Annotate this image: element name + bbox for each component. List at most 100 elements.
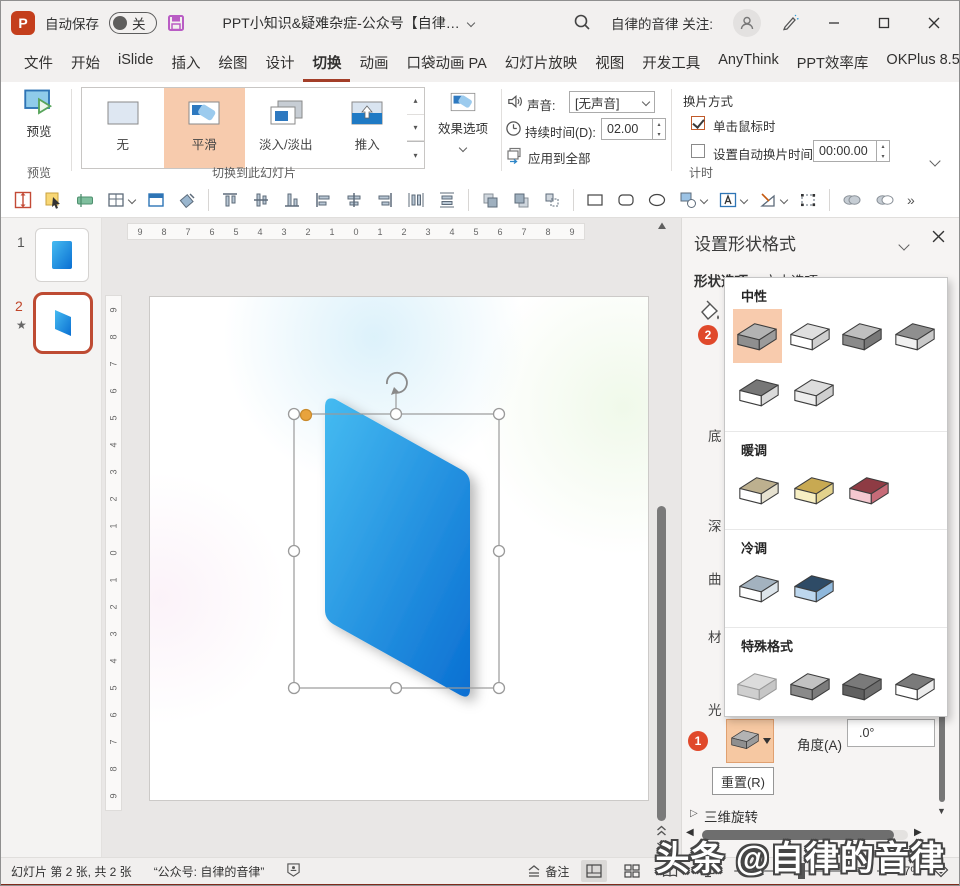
transition-push[interactable]: 推入 [327,88,409,168]
maximize-button[interactable] [869,8,899,38]
menu-tab[interactable]: 动画 [350,45,397,82]
adjust-handle[interactable] [299,408,313,422]
shape-outline-icon[interactable] [758,190,789,210]
menu-tab[interactable]: 开发工具 [633,45,709,82]
menu-tab[interactable]: iSlide [109,45,162,82]
scroll-up-icon[interactable] [655,221,669,233]
bevel-swatch[interactable] [891,659,940,713]
angle-input[interactable]: .0° [847,719,935,747]
menu-tab[interactable]: 绘图 [209,45,256,82]
rounded-rectangle-shape-icon[interactable] [616,190,636,210]
handle-top-left[interactable] [287,407,301,421]
rectangle-shape-icon[interactable] [585,190,605,210]
merge-combine-icon[interactable] [874,190,896,210]
bevel-swatch[interactable] [733,309,782,363]
transition-none[interactable]: 无 [82,88,164,168]
handle-bottom-right[interactable] [492,681,506,695]
menu-tab[interactable]: OKPlus 8.5 [877,45,959,82]
bevel-swatch[interactable] [891,309,940,363]
panel-close-icon[interactable] [932,230,945,248]
avatar[interactable] [733,9,761,37]
bevel-swatch[interactable] [733,561,784,615]
slide-1-thumbnail[interactable] [35,228,89,282]
top-bevel-button[interactable] [726,719,774,763]
rotation-3d-label[interactable]: 三维旋转 [704,806,758,826]
bevel-swatch[interactable] [788,463,839,517]
align-center-icon[interactable] [344,190,364,210]
edit-points-icon[interactable] [798,190,818,210]
send-backward-icon[interactable] [511,190,531,210]
gallery-scroll-down[interactable]: ▾ [407,115,424,142]
rotation-3d-expand-icon[interactable]: ▷ [690,808,698,819]
handle-top-center[interactable] [389,407,403,421]
row-height-icon[interactable] [13,190,33,210]
handle-middle-left[interactable] [287,544,301,558]
bring-forward-icon[interactable] [480,190,500,210]
table-frame-icon[interactable] [106,190,137,210]
bevel-swatch[interactable] [843,463,894,517]
bevel-swatch[interactable] [788,365,839,419]
duration-input[interactable]: 02.00 [601,118,653,140]
slide-sorter-view-button[interactable] [619,860,645,882]
reset-button[interactable]: 重置(R) [712,767,774,795]
search-icon[interactable] [573,13,591,34]
reuse-slides-icon[interactable] [146,190,166,210]
bevel-swatch[interactable] [838,659,887,713]
auto-advance-spinner[interactable]: ▴ ▾ [877,140,890,162]
menu-tab[interactable]: 视图 [586,45,633,82]
format-painter-icon[interactable] [177,190,197,210]
panel-collapse-icon[interactable] [898,236,910,254]
document-title[interactable]: PPT小知识&疑难杂症-公众号【自律… [223,13,475,33]
apply-all-button[interactable]: 应用到全部 [528,148,591,167]
autosave-toggle[interactable]: 关 [109,12,157,34]
align-top-icon[interactable] [220,190,240,210]
align-left-icon[interactable] [313,190,333,210]
account-label[interactable]: 自律的音律 关注: [611,13,713,33]
smart-align-icon[interactable] [75,190,95,210]
menu-tab[interactable]: 设计 [256,45,303,82]
notes-button[interactable]: 备注 [526,863,569,880]
menu-tab[interactable]: 插入 [162,45,209,82]
rotate-handle-icon[interactable] [386,371,408,395]
menu-tab[interactable]: 幻灯片放映 [496,45,587,82]
menu-tab[interactable]: AnyThink [709,45,787,82]
menu-tab[interactable]: 口袋动画 PA [397,45,495,82]
duration-spinner[interactable]: ▴ ▾ [653,118,666,140]
bevel-swatch[interactable] [786,659,835,713]
blue-parallelogram-shape[interactable] [325,398,470,697]
auto-advance-checkbox[interactable] [691,144,705,158]
bevel-swatch[interactable] [786,309,835,363]
on-mouse-click-checkbox[interactable] [691,116,705,130]
bevel-swatch[interactable] [733,659,782,713]
bevel-swatch[interactable] [733,365,784,419]
handle-top-right[interactable] [492,407,506,421]
shapes-gallery-icon[interactable] [678,190,709,210]
group-objects-icon[interactable] [542,190,562,210]
handle-middle-right[interactable] [492,544,506,558]
distribute-horizontal-icon[interactable] [406,190,426,210]
powerpoint-app-icon[interactable]: P [11,11,35,35]
preview-button[interactable]: 预览 [13,88,65,140]
minimize-button[interactable] [819,8,849,38]
gallery-scroll-up[interactable]: ▴ [407,88,424,115]
vertical-scrollbar-thumb[interactable] [657,506,666,821]
slide-2-thumbnail[interactable] [33,292,93,354]
align-right-icon[interactable] [375,190,395,210]
sound-select[interactable]: [无声音] [569,91,655,113]
close-button[interactable] [919,8,949,38]
collapse-ribbon-icon[interactable] [929,154,941,168]
menu-tab[interactable]: PPT效率库 [788,45,878,82]
panel-scroll-down-icon[interactable]: ▼ [937,806,946,816]
align-bottom-icon[interactable] [282,190,302,210]
menu-tab[interactable]: 切换 [303,45,350,82]
normal-view-button[interactable] [581,860,608,882]
distribute-vertical-icon[interactable] [437,190,457,210]
auto-advance-input[interactable]: 00:00.00 [813,140,877,162]
merge-union-icon[interactable] [841,190,863,210]
transition-morph[interactable]: 平滑 [163,88,245,168]
transition-fade[interactable]: 淡入/淡出 [245,88,327,168]
effect-options-button[interactable]: 效果选项 [431,89,495,154]
align-middle-icon[interactable] [251,190,271,210]
menu-tab[interactable]: 开始 [62,45,109,82]
accessibility-icon[interactable] [286,862,301,880]
